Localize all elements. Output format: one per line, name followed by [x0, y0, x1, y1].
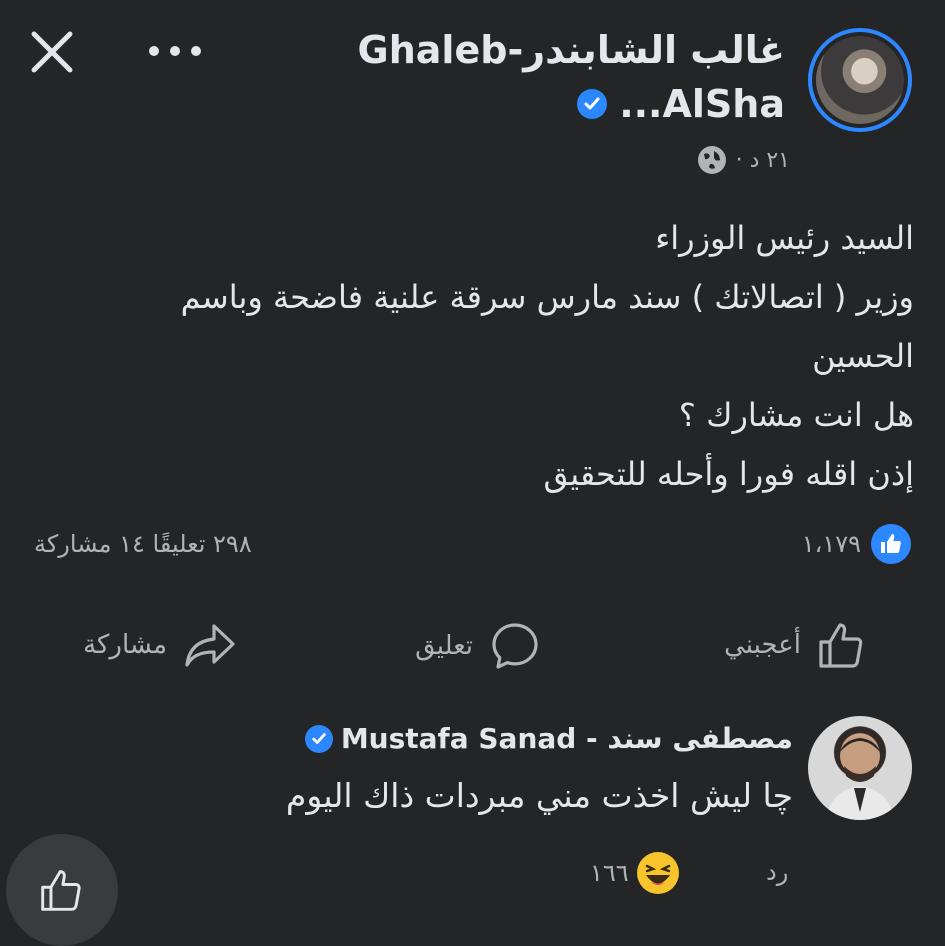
- close-icon: [31, 31, 73, 73]
- like-label: أعجبني: [724, 630, 801, 660]
- more-options-button[interactable]: [140, 28, 210, 74]
- author-avatar[interactable]: [808, 28, 912, 132]
- comment-reactions[interactable]: ١٦٦: [590, 852, 679, 894]
- commenter-verified-icon: [304, 724, 333, 753]
- comment-button[interactable]: تعليق: [415, 620, 541, 672]
- comments-shares-count[interactable]: ٢٩٨ تعليقًا ١٤ مشاركة: [34, 530, 252, 558]
- post-line: السيد رئيس الوزراء: [655, 219, 914, 257]
- comment-text: چا ليش اخذت مني مبردات ذاك اليوم: [285, 776, 793, 815]
- reactions-count: ١،١٧٩: [801, 530, 861, 558]
- thumbs-up-icon: [819, 623, 863, 668]
- author-name-line1[interactable]: غالب الشابندر-Ghaleb: [358, 28, 785, 72]
- globe-icon: [697, 146, 726, 174]
- commenter-name-row: مصطفى سند - Mustafa Sanad: [304, 722, 793, 755]
- floating-like-button[interactable]: [6, 834, 118, 946]
- post-line: إذن اقله فورا وأحله للتحقيق: [543, 455, 915, 493]
- thumbs-up-icon: [41, 870, 81, 911]
- post-line: هل انت مشارك ؟: [678, 396, 914, 434]
- verified-badge-icon: [577, 89, 608, 119]
- author-avatar-image: [816, 36, 904, 124]
- comment-icon: [492, 623, 538, 669]
- more-horizontal-icon: [149, 46, 201, 56]
- post-body: السيد رئيس الوزراء وزير ( اتصالاتك ) سند…: [181, 209, 914, 504]
- post-line: الحسين: [812, 337, 914, 375]
- commenter-name[interactable]: مصطفى سند - Mustafa Sanad: [341, 722, 793, 755]
- post-meta: ٢١ د ·: [697, 146, 790, 174]
- like-reaction-icon: [871, 524, 911, 564]
- commenter-avatar[interactable]: [808, 716, 912, 820]
- close-button[interactable]: [22, 22, 82, 82]
- reply-button[interactable]: رد: [766, 858, 788, 886]
- share-label: مشاركة: [83, 630, 167, 660]
- post-line: وزير ( اتصالاتك ) سند مارس سرقة علنية فا…: [180, 278, 914, 316]
- share-button[interactable]: مشاركة: [83, 620, 237, 670]
- author-name-line2[interactable]: AlSha...: [619, 82, 785, 126]
- comment-label: تعليق: [415, 631, 473, 661]
- haha-emoji-icon: [636, 852, 679, 894]
- reactions-summary[interactable]: ١،١٧٩: [802, 524, 911, 564]
- share-icon: [185, 624, 235, 667]
- comment-reaction-count: ١٦٦: [590, 859, 629, 887]
- post-time[interactable]: ٢١ د ·: [736, 148, 790, 173]
- like-button[interactable]: أعجبني: [724, 620, 867, 670]
